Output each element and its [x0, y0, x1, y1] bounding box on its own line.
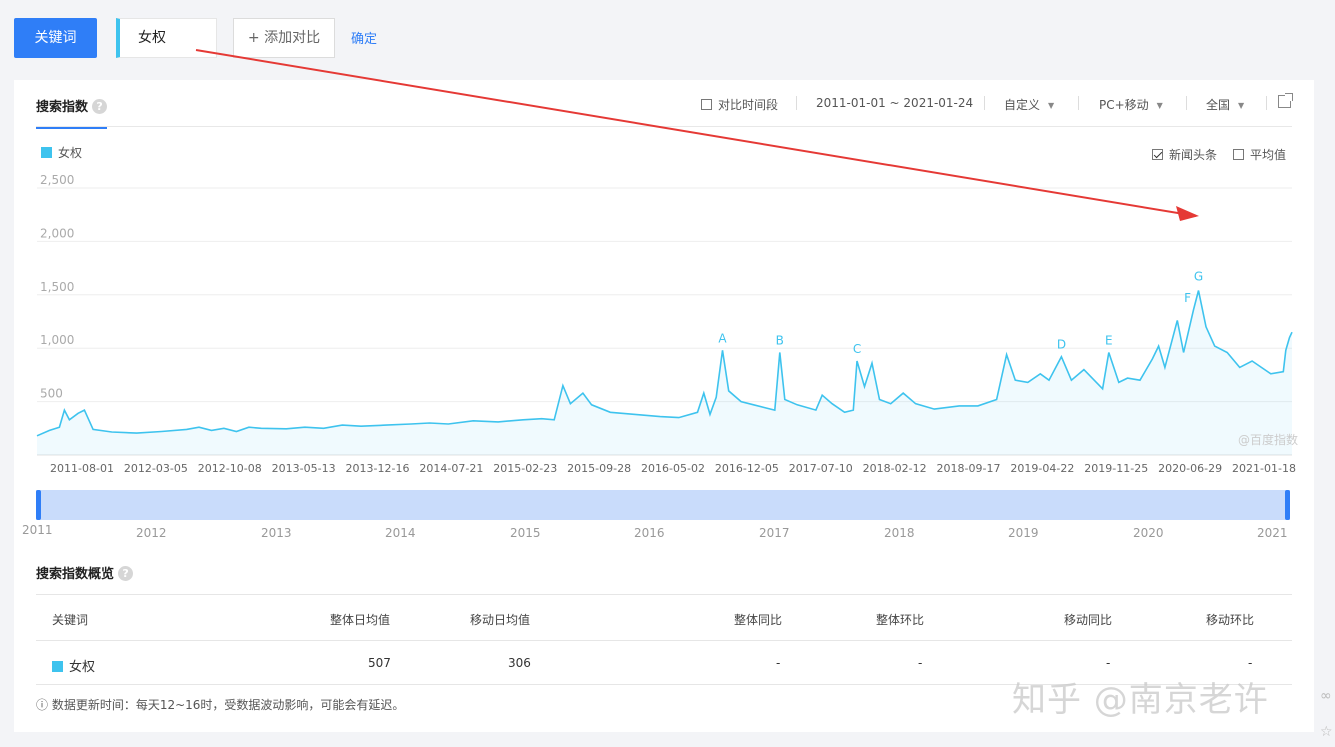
confirm-link[interactable]: 确定 — [351, 28, 377, 47]
x-tick-label: 2016-12-05 — [715, 462, 779, 475]
th-overall-avg: 整体日均值 — [330, 613, 391, 627]
add-compare-button[interactable]: + 添加对比 — [233, 18, 335, 58]
x-tick-label: 2018-02-12 — [863, 462, 927, 475]
series-area — [37, 290, 1292, 455]
y-tick-label: 1,000 — [40, 333, 74, 347]
slider-year-label: 2014 — [385, 526, 416, 540]
help-icon[interactable]: ? — [118, 566, 134, 581]
keyword-name: 女权 — [69, 660, 96, 675]
x-tick-label: 2015-02-23 — [493, 462, 557, 475]
slider-year-label: 2013 — [261, 526, 292, 540]
zhihu-watermark: 知乎 @南京老许 — [1012, 680, 1269, 720]
x-tick-label: 2017-07-10 — [789, 462, 853, 475]
link-icon[interactable]: ∞ — [1320, 688, 1332, 704]
td-keyword: 女权 — [52, 656, 95, 675]
x-tick-label: 2013-12-16 — [346, 462, 410, 475]
pin-icon[interactable]: ☆ — [1320, 724, 1333, 740]
slider-year-label: 2020 — [1133, 526, 1164, 540]
x-tick-label: 2012-03-05 — [124, 462, 188, 475]
slider-year-label: 2018 — [884, 526, 915, 540]
td-overall-yoy: - — [776, 656, 781, 670]
y-tick-label: 500 — [40, 387, 63, 401]
news-annotation-e: E — [1105, 333, 1113, 347]
x-tick-label: 2013-05-13 — [272, 462, 336, 475]
top-bar: 关键词 女权 + 添加对比 确定 — [0, 0, 1335, 80]
slider-year-label: 2017 — [759, 526, 790, 540]
td-mobile-yoy: - — [1106, 656, 1111, 670]
x-tick-label: 2014-07-21 — [419, 462, 483, 475]
td-overall-avg: 507 — [368, 656, 391, 670]
slider-year-label: 2012 — [136, 526, 167, 540]
baidu-index-watermark: @百度指数 — [1238, 432, 1298, 447]
search-index-chart[interactable]: 2,500 2,000 1,500 1,000 500 2011-08-01 2012-03… — [14, 80, 1314, 540]
th-mobile-yoy: 移动同比 — [1064, 613, 1113, 627]
x-tick-label: 2018-09-17 — [937, 462, 1001, 475]
x-tick-label: 2019-04-22 — [1010, 462, 1074, 475]
news-annotation-c: C — [853, 342, 861, 356]
td-mobile-avg: 306 — [508, 656, 531, 670]
x-tick-label: 2020-06-29 — [1158, 462, 1222, 475]
update-note: ⓘ 数据更新时间：每天12~16时，受数据波动影响，可能会有延迟。 — [36, 698, 405, 712]
slider-year-label: 2015 — [510, 526, 541, 540]
slider-year-label: 2019 — [1008, 526, 1039, 540]
x-tick-label: 2016-05-02 — [641, 462, 705, 475]
table-divider — [36, 640, 1292, 641]
td-overall-mom: - — [918, 656, 923, 670]
slider-handle-left[interactable] — [36, 490, 41, 520]
keyword-button[interactable]: 关键词 — [14, 18, 97, 58]
news-annotation-a: A — [718, 331, 727, 345]
news-annotation-g: G — [1194, 270, 1203, 284]
th-keyword: 关键词 — [52, 613, 89, 627]
x-tick-label: 2012-10-08 — [198, 462, 262, 475]
x-tick-label: 2021-01-18 — [1232, 462, 1296, 475]
y-tick-label: 2,500 — [40, 173, 74, 187]
news-annotation-d: D — [1057, 338, 1066, 352]
overview-title-label: 搜索指数概览 — [36, 567, 115, 582]
x-tick-label: 2019-11-25 — [1084, 462, 1148, 475]
th-mobile-mom: 移动环比 — [1206, 613, 1255, 627]
news-annotation-f: F — [1184, 291, 1191, 305]
y-tick-label: 1,500 — [40, 280, 74, 294]
slider-year-label: 2011 — [22, 523, 53, 537]
news-annotation-b: B — [776, 333, 784, 347]
slider-handle-right[interactable] — [1285, 490, 1290, 520]
search-index-panel: 搜索指数? 对比时间段 2011-01-01 ~ 2021-01-24 自定义 ▼… — [14, 80, 1314, 732]
th-mobile-avg: 移动日均值 — [470, 613, 531, 627]
slider-year-label: 2016 — [634, 526, 665, 540]
table-divider — [36, 594, 1292, 595]
time-range-slider[interactable] — [36, 490, 1290, 520]
overview-title: 搜索指数概览? — [36, 563, 134, 582]
x-tick-label: 2011-08-01 — [50, 462, 114, 475]
th-overall-yoy: 整体同比 — [734, 613, 783, 627]
th-overall-mom: 整体环比 — [876, 613, 925, 627]
x-tick-label: 2015-09-28 — [567, 462, 631, 475]
slider-year-label: 2021 — [1257, 526, 1288, 540]
keyword-input[interactable]: 女权 — [116, 18, 217, 58]
td-mobile-mom: - — [1248, 656, 1253, 670]
y-tick-label: 2,000 — [40, 226, 74, 240]
legend-swatch — [52, 661, 63, 672]
